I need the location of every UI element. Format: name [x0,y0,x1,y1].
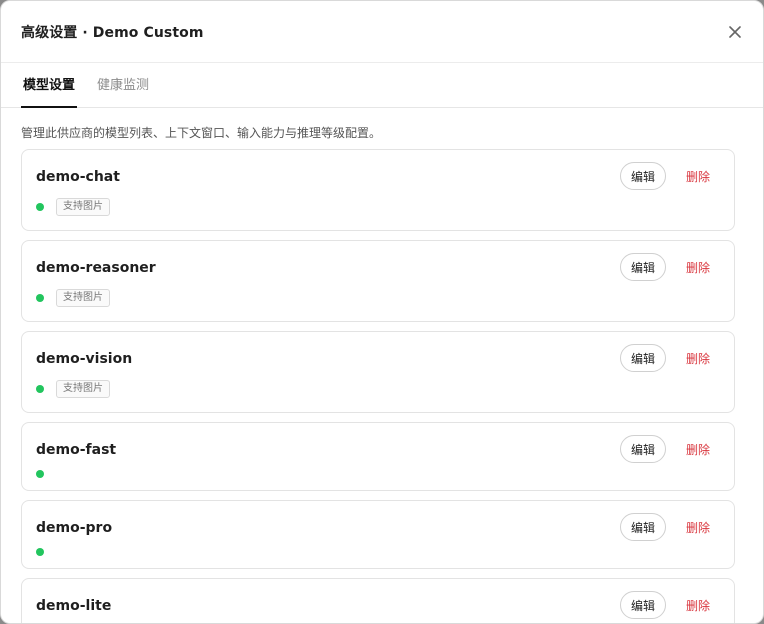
image-support-tag: 支持图片 [56,198,110,216]
model-name: demo-pro [36,520,113,536]
tab-model-settings[interactable]: 模型设置 [21,74,78,108]
delete-button[interactable]: 删除 [686,259,710,276]
model-meta: 支持图片 [36,380,110,398]
model-actions: 编辑 删除 [619,435,710,463]
status-dot-icon [36,470,44,478]
model-meta [36,548,44,556]
model-name: demo-reasoner [36,260,156,276]
model-meta: 支持图片 [36,289,110,307]
status-dot-icon [36,294,44,302]
model-name: demo-vision [36,351,133,367]
model-actions: 编辑 删除 [619,162,710,190]
tab-content: 管理此供应商的模型列表、上下文窗口、输入能力与推理等级配置。 demo-chat… [1,108,763,623]
model-meta: 支持图片 [36,198,110,216]
delete-button[interactable]: 删除 [686,519,710,536]
model-name: demo-fast [36,442,117,458]
page-description: 管理此供应商的模型列表、上下文窗口、输入能力与推理等级配置。 [21,126,382,140]
advanced-settings-dialog: 高级设置 · Demo Custom 模型设置 健康监测 管理此供应商的模型列表… [0,0,764,624]
delete-button[interactable]: 删除 [686,350,710,367]
edit-button[interactable]: 编辑 [619,344,666,372]
model-name: demo-lite [36,598,112,614]
model-actions: 编辑 删除 [619,591,710,619]
dialog-header: 高级设置 · Demo Custom [1,1,763,63]
model-card: demo-pro 编辑 删除 [21,500,735,569]
edit-button[interactable]: 编辑 [619,513,666,541]
edit-button[interactable]: 编辑 [619,253,666,281]
model-card: demo-lite 编辑 删除 [21,578,735,623]
dialog-title: 高级设置 · Demo Custom [21,24,204,41]
model-actions: 编辑 删除 [619,253,710,281]
status-dot-icon [36,385,44,393]
model-card: demo-vision 编辑 删除支持图片 [21,331,735,413]
model-actions: 编辑 删除 [619,513,710,541]
image-support-tag: 支持图片 [56,289,110,307]
status-dot-icon [36,548,44,556]
close-icon [729,25,741,38]
edit-button[interactable]: 编辑 [619,435,666,463]
model-card: demo-fast 编辑 删除 [21,422,735,491]
model-list: demo-chat 编辑 删除 支持图片 demo-reasoner 编辑 删除 支持图片 de… [21,149,735,623]
tab-health-monitor[interactable]: 健康监测 [95,74,151,107]
edit-button[interactable]: 编辑 [619,162,666,190]
close-button[interactable] [724,21,746,43]
edit-button[interactable]: 编辑 [619,591,666,619]
model-card: demo-reasoner 编辑 删除支持图片 [21,240,735,322]
status-dot-icon [36,203,44,211]
model-card: demo-chat 编辑 删除支持图片 [21,149,735,231]
delete-button[interactable]: 删除 [686,168,710,185]
delete-button[interactable]: 删除 [686,597,710,614]
model-actions: 编辑 删除 [619,344,710,372]
image-support-tag: 支持图片 [56,380,110,398]
model-name: demo-chat [36,169,120,185]
delete-button[interactable]: 删除 [686,441,710,458]
model-meta [36,470,44,478]
tab-bar: 模型设置 健康监测 [1,63,763,108]
